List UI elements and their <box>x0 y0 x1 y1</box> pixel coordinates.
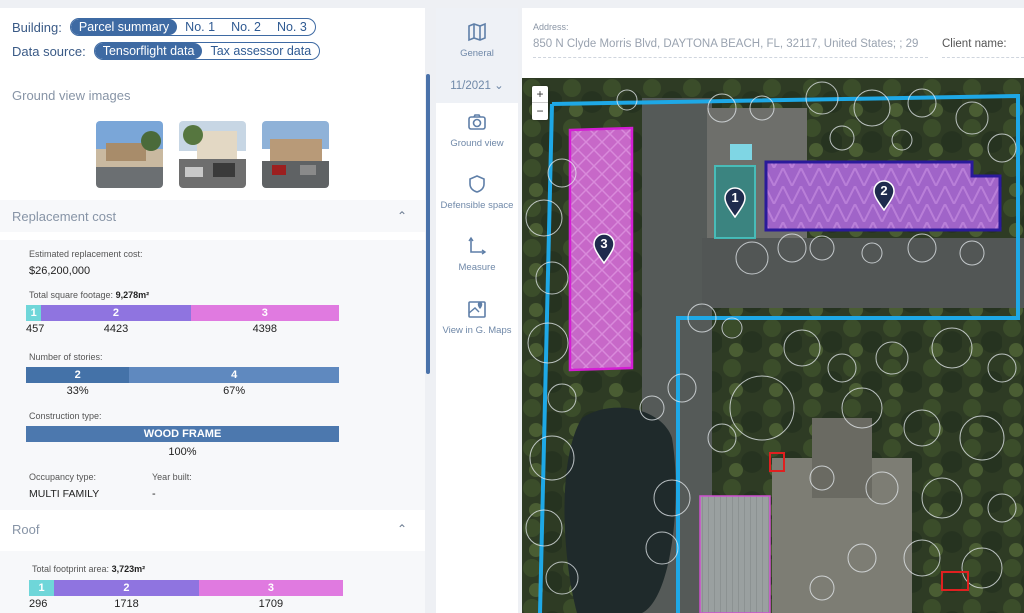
footprint-bar: 123 <box>29 580 343 596</box>
source-label: Data source: <box>12 43 86 59</box>
building-tabs: Parcel summary No. 1 No. 2 No. 3 <box>69 18 316 36</box>
defensible-label: Defensible space <box>440 200 514 211</box>
left-scrollbar[interactable] <box>426 74 430 374</box>
left-panel: Building: Parcel summary No. 1 No. 2 No.… <box>0 8 425 613</box>
building-filter: Building: Parcel summary No. 1 No. 2 No.… <box>12 18 316 36</box>
map-toolbar: General 11/2021 ⌄ Ground view Defensible… <box>436 8 518 613</box>
bar-value-1: 296 <box>29 598 48 610</box>
occupancy-value: MULTI FAMILY <box>29 488 100 500</box>
bar-segment-1: 1 <box>26 305 42 321</box>
shield-icon <box>469 175 485 193</box>
chevron-up-icon[interactable]: ⌃ <box>397 209 407 223</box>
source-tab-tensorflight[interactable]: Tensorflight data <box>94 43 203 59</box>
stories-label: Number of stories: <box>29 352 103 362</box>
building-tab-no1[interactable]: No. 1 <box>177 19 223 35</box>
marker-2-label: 2 <box>880 183 888 198</box>
map-icon <box>468 22 486 42</box>
marker-1-label: 1 <box>731 190 739 205</box>
bar-segment-3: 3 <box>198 580 343 596</box>
ground-view-title: Ground view images <box>12 88 131 103</box>
sqft-label: Total square footage: 9,278m² <box>29 290 150 300</box>
satellite-map[interactable]: 1 2 3 + − <box>522 78 1024 613</box>
client-name-field[interactable]: Client name: <box>942 38 1024 58</box>
sqft-value: 9,278m² <box>115 290 150 300</box>
address-bar: Address: 850 N Clyde Morris Blvd, DAYTON… <box>522 8 1024 78</box>
source-tabs: Tensorflight data Tax assessor data <box>93 42 321 60</box>
zoom-in-button[interactable]: + <box>532 86 548 103</box>
measure-icon <box>468 236 487 255</box>
bar-value-1: 457 <box>26 323 45 335</box>
stories-values: 33% 67% <box>26 385 339 399</box>
chevron-up-icon[interactable]: ⌃ <box>397 522 407 536</box>
map-imagery <box>522 78 1024 613</box>
chevron-down-icon: ⌄ <box>494 80 504 92</box>
bar-value-2: 1718 <box>114 598 139 610</box>
sqft-bar: 123 <box>26 305 339 321</box>
address-input[interactable]: 850 N Clyde Morris Blvd, DAYTONA BEACH, … <box>533 38 928 58</box>
year-value: - <box>152 488 156 500</box>
construction-label: Construction type: <box>29 411 102 421</box>
bar-segment-2: 2 <box>26 367 130 383</box>
gmaps-tool[interactable]: View in G. Maps <box>436 299 518 336</box>
map-pin-icon <box>468 301 486 318</box>
footprint-values: 296 1718 1709 <box>29 598 343 612</box>
gmaps-label: View in G. Maps <box>442 325 512 336</box>
building-marker-1[interactable]: 1 <box>723 186 747 219</box>
bar-segment-1: 1 <box>29 580 55 596</box>
replacement-header[interactable]: Replacement cost ⌃ <box>0 200 425 232</box>
footprint-label: Total footprint area: 3,723m² <box>32 564 146 574</box>
ground-image-2[interactable] <box>179 121 246 188</box>
date-select[interactable]: 11/2021 ⌄ <box>436 78 518 92</box>
building-label: Building: <box>12 19 62 35</box>
bar-segment-4: 4 <box>129 367 339 383</box>
construction-bar: WOOD FRAME <box>26 426 339 442</box>
construction-value: 100% <box>168 446 197 458</box>
building-marker-3[interactable]: 3 <box>592 232 616 265</box>
bar-value-4: 67% <box>223 385 246 397</box>
building-marker-2[interactable]: 2 <box>872 179 896 212</box>
marker-3-label: 3 <box>600 236 608 251</box>
measure-tool[interactable]: Measure <box>436 236 518 273</box>
bar-value-2: 33% <box>66 385 89 397</box>
building-tab-parcel-summary[interactable]: Parcel summary <box>70 19 178 35</box>
source-filter: Data source: Tensorflight data Tax asses… <box>12 42 321 60</box>
ground-image-3[interactable] <box>262 121 329 188</box>
defensible-tool[interactable]: Defensible space <box>436 174 518 211</box>
bar-segment-2: 2 <box>41 305 191 321</box>
construction-segment: WOOD FRAME <box>26 426 339 442</box>
ground-view-tool[interactable]: Ground view <box>436 112 518 149</box>
camera-icon <box>468 114 486 130</box>
bar-value-3: 4398 <box>252 323 278 335</box>
bar-value-3: 1709 <box>258 598 284 610</box>
bar-value-2: 4423 <box>103 323 129 335</box>
building-tab-no3[interactable]: No. 3 <box>269 19 315 35</box>
year-label: Year built: <box>152 472 192 482</box>
est-cost-value: $26,200,000 <box>29 265 91 277</box>
date-value: 11/2021 <box>450 80 491 92</box>
replacement-title: Replacement cost <box>12 209 117 224</box>
zoom-control: + − <box>532 86 548 120</box>
occupancy-label: Occupancy type: <box>29 472 97 482</box>
source-tab-tax-assessor[interactable]: Tax assessor data <box>202 43 319 59</box>
general-tool[interactable]: General <box>436 22 518 59</box>
ground-view-label: Ground view <box>450 138 504 149</box>
address-label: Address: <box>533 22 569 32</box>
est-cost-label: Estimated replacement cost: <box>29 249 143 259</box>
sqft-values: 457 4423 4398 <box>26 323 339 337</box>
roof-header[interactable]: Roof ⌃ <box>0 513 425 545</box>
measure-label: Measure <box>458 262 496 273</box>
stories-bar: 24 <box>26 367 339 383</box>
ground-image-1[interactable] <box>96 121 163 188</box>
building-tab-no2[interactable]: No. 2 <box>223 19 269 35</box>
roof-title: Roof <box>12 522 40 537</box>
footprint-value: 3,723m² <box>111 564 146 574</box>
bar-segment-3: 3 <box>190 305 339 321</box>
bar-segment-2: 2 <box>54 580 199 596</box>
general-label: General <box>460 48 494 59</box>
zoom-out-button[interactable]: − <box>532 103 548 120</box>
